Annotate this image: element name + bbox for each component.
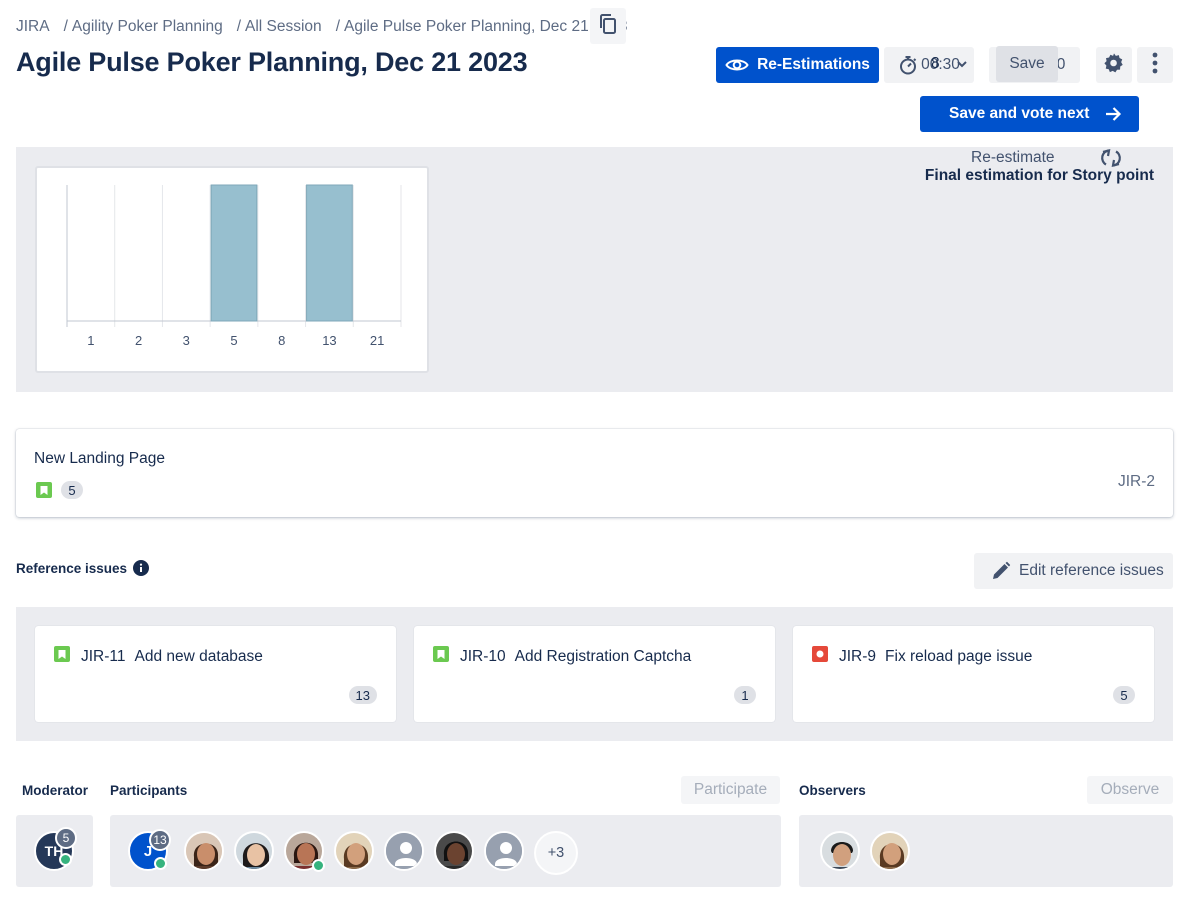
story-icon bbox=[433, 646, 449, 662]
vote-distribution-chart: 1 2 3 5 8 13 21 bbox=[66, 184, 402, 348]
estimation-panel: 1 2 3 5 8 13 21 Final estimation for Story poi… bbox=[16, 147, 1173, 392]
settings-button[interactable] bbox=[1096, 47, 1132, 83]
reference-card-title: JIR-9 Fix reload page issue bbox=[839, 648, 1032, 666]
moderator-box: TH 5 bbox=[16, 815, 93, 887]
breadcrumb: JIRA / Agility Poker Planning / All Sess… bbox=[16, 12, 634, 42]
issue-title: New Landing Page bbox=[34, 450, 165, 467]
arrow-right-icon bbox=[1103, 104, 1123, 124]
bug-icon bbox=[812, 646, 828, 662]
pencil-icon bbox=[991, 561, 1011, 581]
observer-avatar[interactable] bbox=[870, 831, 910, 871]
save-and-vote-next-button[interactable]: Save and vote next bbox=[920, 96, 1139, 132]
page-title: Agile Pulse Poker Planning, Dec 21 2023 bbox=[16, 47, 528, 77]
online-status-indicator bbox=[59, 853, 72, 866]
re-estimations-button[interactable]: Re-Estimations bbox=[716, 47, 879, 83]
default-user-avatar[interactable] bbox=[484, 831, 524, 871]
chart-tick-label-13: 13 bbox=[322, 333, 336, 348]
breadcrumb-item-all-session[interactable]: All Session bbox=[245, 18, 322, 36]
vote-chart-card: 1 2 3 5 8 13 21 bbox=[35, 166, 429, 373]
participant-avatar[interactable] bbox=[184, 831, 224, 871]
edit-reference-issues-button[interactable]: Edit reference issues bbox=[974, 553, 1173, 589]
reference-issues-panel: JIR-11 Add new database 13 JIR-10 Add Regi… bbox=[16, 607, 1173, 741]
reference-card-key: JIR-11 bbox=[81, 648, 126, 665]
breadcrumb-item-agility-poker[interactable]: Agility Poker Planning bbox=[72, 18, 223, 36]
participants-heading: Participants bbox=[110, 783, 188, 798]
current-issue-card[interactable]: New Landing Page 5 JIR-2 bbox=[16, 429, 1173, 517]
story-points-badge: 13 bbox=[348, 686, 377, 704]
story-icon bbox=[36, 482, 52, 498]
chart-tick-label-5: 5 bbox=[230, 333, 237, 348]
save-and-vote-next-label: Save and vote next bbox=[949, 105, 1090, 122]
observers-heading: Observers bbox=[799, 783, 866, 798]
issue-key[interactable]: JIR-2 bbox=[1118, 473, 1155, 491]
story-points-badge: 1 bbox=[734, 686, 756, 704]
more-options-button[interactable] bbox=[1137, 47, 1173, 83]
reference-card-key: JIR-10 bbox=[460, 648, 506, 665]
more-vertical-icon bbox=[1152, 52, 1158, 79]
re-estimate-button[interactable]: Re-estimate bbox=[920, 140, 1139, 176]
chart-tick-label-1: 1 bbox=[87, 333, 94, 348]
refresh-icon bbox=[1100, 147, 1122, 169]
reference-card-title: JIR-11 Add new database bbox=[81, 648, 263, 666]
reference-issues-heading: Reference issues bbox=[16, 560, 150, 576]
reference-card-summary: Fix reload page issue bbox=[885, 648, 1033, 665]
eye-icon bbox=[725, 57, 749, 73]
reference-card[interactable]: JIR-9 Fix reload page issue 5 bbox=[793, 626, 1154, 722]
chart-tick-label-3: 3 bbox=[183, 333, 190, 348]
participate-button[interactable]: Participate bbox=[681, 776, 780, 804]
breadcrumb-item-current: Agile Pulse Poker Planning, Dec 21 2023 bbox=[344, 18, 628, 35]
info-icon[interactable] bbox=[133, 560, 150, 576]
participants-box: J 13 +3 bbox=[110, 815, 781, 887]
re-estimations-label: Re-Estimations bbox=[757, 56, 870, 73]
story-point-select[interactable]: 8 bbox=[920, 46, 984, 82]
participant-avatar[interactable] bbox=[434, 831, 474, 871]
reference-card[interactable]: JIR-11 Add new database 13 bbox=[35, 626, 396, 722]
edit-reference-issues-label: Edit reference issues bbox=[1019, 562, 1164, 579]
chart-tick-label-8: 8 bbox=[278, 333, 285, 348]
breadcrumb-item-jira[interactable]: JIRA bbox=[16, 18, 50, 36]
online-status-indicator bbox=[312, 859, 325, 872]
more-participants-button[interactable]: +3 bbox=[534, 831, 578, 875]
save-button[interactable]: Save bbox=[996, 46, 1058, 82]
reference-card-summary: Add new database bbox=[134, 648, 263, 665]
chevron-down-icon bbox=[956, 60, 968, 68]
observe-button[interactable]: Observe bbox=[1087, 776, 1173, 804]
chart-bar-5[interactable] bbox=[210, 184, 258, 322]
copy-link-button[interactable] bbox=[590, 8, 626, 44]
story-icon bbox=[54, 646, 70, 662]
reference-issues-label: Reference issues bbox=[16, 560, 128, 576]
reference-card-key: JIR-9 bbox=[839, 648, 877, 665]
participant-avatar[interactable] bbox=[334, 831, 374, 871]
participant-avatar[interactable] bbox=[234, 831, 274, 871]
chart-bar-13[interactable] bbox=[306, 184, 353, 322]
default-user-avatar[interactable] bbox=[384, 831, 424, 871]
observer-avatar[interactable] bbox=[820, 831, 860, 871]
chart-tick-label-2: 2 bbox=[135, 333, 142, 348]
re-estimate-label: Re-estimate bbox=[971, 149, 1055, 166]
breadcrumb-separator: / bbox=[335, 18, 340, 35]
story-points-badge: 5 bbox=[1113, 686, 1135, 704]
online-status-indicator bbox=[154, 857, 167, 870]
copy-icon bbox=[598, 13, 618, 40]
reference-card-title: JIR-10 Add Registration Captcha bbox=[460, 648, 691, 666]
story-points-badge: 5 bbox=[61, 481, 83, 499]
vote-count-badge: 5 bbox=[55, 827, 77, 849]
moderator-heading: Moderator bbox=[22, 783, 89, 798]
observers-box bbox=[799, 815, 1173, 887]
gear-icon bbox=[1103, 52, 1125, 79]
reference-card-summary: Add Registration Captcha bbox=[514, 648, 692, 665]
breadcrumb-separator: / bbox=[236, 18, 241, 35]
reference-card[interactable]: JIR-10 Add Registration Captcha 1 bbox=[414, 626, 775, 722]
vote-count-badge: 13 bbox=[149, 829, 171, 851]
chart-tick-label-21: 21 bbox=[370, 333, 384, 348]
selected-story-point: 8 bbox=[931, 55, 940, 72]
stopwatch-icon bbox=[898, 55, 918, 75]
breadcrumb-separator: / bbox=[63, 18, 68, 35]
